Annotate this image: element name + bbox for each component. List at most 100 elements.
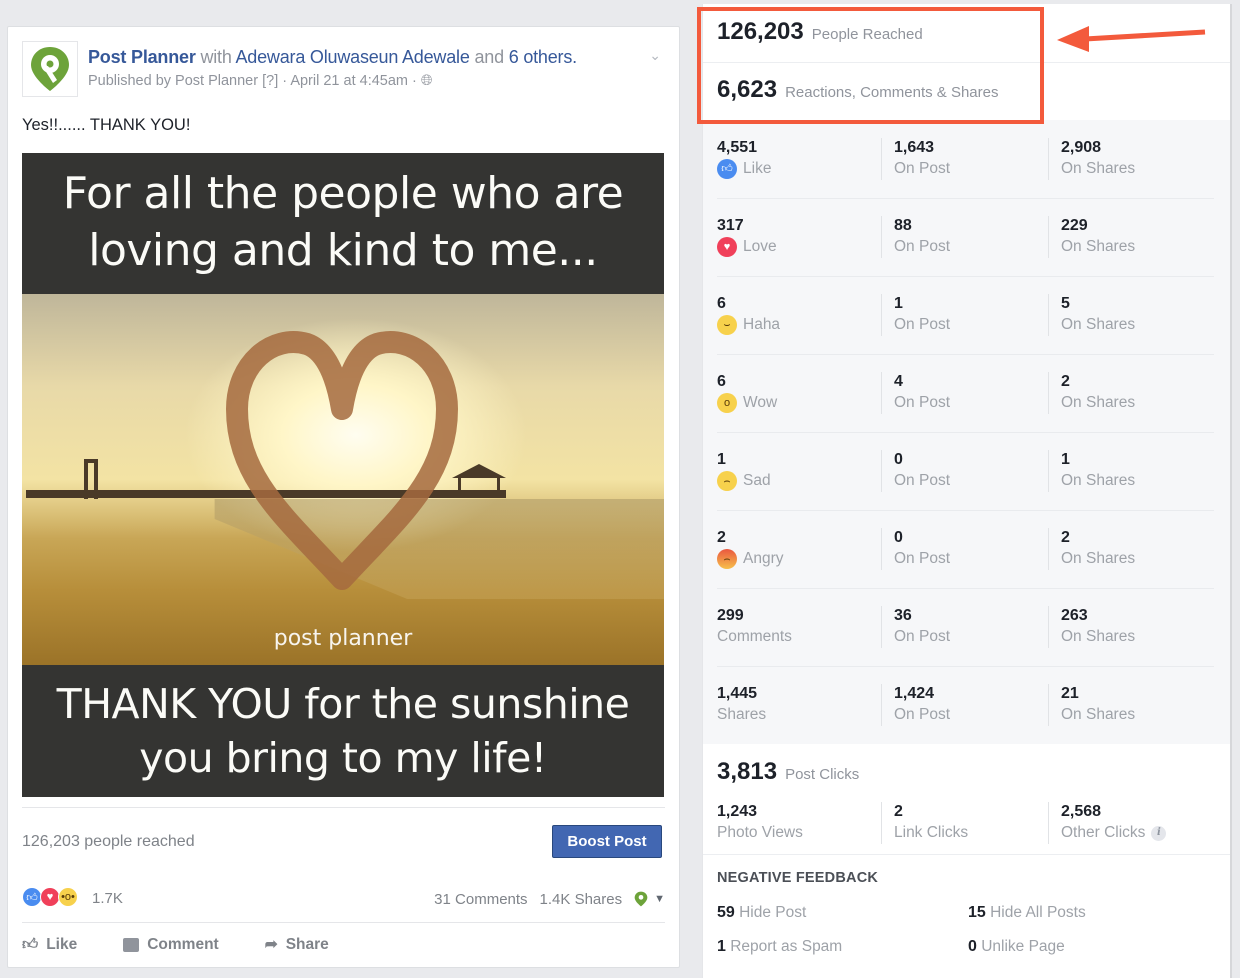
post-options-chevron-icon[interactable]: ⌄ <box>649 47 661 64</box>
engagement-label: Reactions, Comments & Shares <box>785 84 999 101</box>
angry-on-shares: 2 On Shares <box>1048 528 1135 570</box>
thumbs-up-icon: 👍︎ <box>22 935 39 953</box>
info-icon[interactable]: i <box>1151 825 1167 841</box>
on-post-value: 4 <box>894 373 903 390</box>
other-clicks-label: Other Clicks <box>1061 824 1146 841</box>
on-post-label: On Post <box>894 472 950 489</box>
on-shares-value: 5 <box>1061 295 1070 312</box>
on-post-label: On Post <box>894 628 950 645</box>
photo-views-stat: 1,243 Photo Views <box>717 802 803 844</box>
like-on-post: 1,643 On Post <box>881 138 950 180</box>
love-on-shares: 229 On Shares <box>1048 216 1135 258</box>
shares-count[interactable]: 1.4K Shares <box>540 891 623 908</box>
post-planner-mini-icon <box>634 891 648 907</box>
on-shares-label: On Shares <box>1061 316 1136 333</box>
post-clicks-value: 3,813 <box>717 758 778 785</box>
sad-total: 1 ⌢ Sad <box>717 450 771 492</box>
share-button[interactable]: ➦ Share <box>265 935 329 954</box>
wow-emoji-icon: o <box>717 393 737 413</box>
annotation-arrow-icon <box>1057 26 1206 52</box>
hide-post-stat: 59 Hide Post <box>717 904 806 922</box>
on-shares-value: 21 <box>1061 685 1079 702</box>
post-clicks-section: 3,813 Post Clicks 1,243 Photo Views 2 Li… <box>703 744 1230 978</box>
hide-all-posts-stat: 15 Hide All Posts <box>968 904 1086 922</box>
angry-emoji-icon: ⌢ <box>717 549 737 569</box>
people-reached-text[interactable]: 126,203 people reached <box>22 833 195 851</box>
report-spam-value: 1 <box>717 938 726 955</box>
and-text: and <box>474 47 504 67</box>
page-avatar[interactable] <box>22 41 78 97</box>
total-value: 6 <box>717 373 726 390</box>
shares-on-shares: 21 On Shares <box>1048 684 1135 726</box>
like-button[interactable]: 👍︎ Like <box>22 936 77 954</box>
published-text[interactable]: Published by Post Planner [?] · April 21… <box>88 73 421 89</box>
post-image[interactable]: For all the people who are loving and ki… <box>22 153 664 797</box>
beach-photo: post planner <box>22 294 664 665</box>
reaction-stat-row: 317 ♥ Love 88 On Post 229 On Shares <box>703 198 1230 276</box>
tagged-user-link[interactable]: Adewara Oluwaseun Adewale <box>235 47 469 67</box>
sad-emoji-icon: ⌢ <box>717 471 737 491</box>
image-bottom-line-2: you bring to my life! <box>139 734 547 782</box>
haha-on-post: 1 On Post <box>881 294 950 336</box>
total-label-row: 👍︎ Like <box>717 158 771 180</box>
share-arrow-icon: ➦ <box>264 936 278 953</box>
total-value: 6 <box>717 295 726 312</box>
total-label-row: ⌣ Haha <box>717 314 780 336</box>
clicks-breakdown: 1,243 Photo Views 2 Link Clicks 2,568 Ot… <box>703 802 1230 852</box>
divider <box>703 854 1230 855</box>
on-post-value: 88 <box>894 217 912 234</box>
on-shares-value: 263 <box>1061 607 1088 624</box>
comment-button[interactable]: Comment <box>123 936 219 954</box>
report-spam-label: Report as Spam <box>730 938 843 955</box>
wow-reaction-icon: •o• <box>58 887 78 907</box>
link-clicks-label: Link Clicks <box>894 824 969 841</box>
on-post-value: 36 <box>894 607 912 624</box>
total-value: 1,445 <box>717 685 758 702</box>
reaction-count[interactable]: 1.7K <box>92 890 123 907</box>
post-as-selector[interactable]: ▼ <box>634 890 665 908</box>
total-label: Love <box>743 238 777 255</box>
photo-views-label: Photo Views <box>717 824 803 841</box>
on-shares-label: On Shares <box>1061 550 1136 567</box>
post-clicks-stat: 3,813 Post Clicks <box>717 758 859 786</box>
post-clicks-label: Post Clicks <box>785 766 860 783</box>
other-clicks-value: 2,568 <box>1061 803 1102 820</box>
love-emoji-icon: ♥ <box>717 237 737 257</box>
on-shares-value: 2,908 <box>1061 139 1102 156</box>
total-value: 299 <box>717 607 744 624</box>
reaction-icons[interactable]: 👍︎ ♥ •o• <box>22 887 78 907</box>
total-value: 1 <box>717 451 726 468</box>
total-value: 4,551 <box>717 139 758 156</box>
others-link[interactable]: 6 others. <box>509 47 577 67</box>
post-insights-panel: 126,203 People Reached 6,623 Reactions, … <box>702 4 1232 978</box>
report-spam-stat: 1 Report as Spam <box>717 938 842 956</box>
on-post-label: On Post <box>894 316 950 333</box>
facebook-post-card: Post Planner with Adewara Oluwaseun Adew… <box>7 26 680 968</box>
like-reaction-icon: 👍︎ <box>22 887 42 907</box>
total-label-row: ⌢ Angry <box>717 548 784 570</box>
with-text: with <box>200 47 232 67</box>
people-reached-stat: 126,203 People Reached <box>717 18 923 74</box>
share-label: Share <box>285 935 329 953</box>
reaction-stat-row: 6 o Wow 4 On Post 2 On Shares <box>703 354 1230 432</box>
boost-post-button[interactable]: Boost Post <box>552 825 662 858</box>
on-post-value: 0 <box>894 451 903 468</box>
people-reached-value: 126,203 <box>717 18 804 45</box>
hide-post-label: Hide Post <box>739 904 807 921</box>
page-name-link[interactable]: Post Planner <box>88 47 196 67</box>
sad-on-post: 0 On Post <box>881 450 950 492</box>
hide-post-value: 59 <box>717 904 735 921</box>
reaction-stat-row: 1 ⌢ Sad 0 On Post 1 On Shares <box>703 432 1230 510</box>
wow-on-shares: 2 On Shares <box>1048 372 1135 414</box>
comments-count[interactable]: 31 Comments <box>434 891 527 908</box>
love-on-post: 88 On Post <box>881 216 950 258</box>
post-author-line: Post Planner with Adewara Oluwaseun Adew… <box>88 47 577 68</box>
sad-on-shares: 1 On Shares <box>1048 450 1135 492</box>
total-label: Haha <box>743 316 781 333</box>
heart-silhouette <box>226 331 458 590</box>
on-post-label: On Post <box>894 238 950 255</box>
other-clicks-stat: 2,568 Other Clicks i <box>1048 802 1167 844</box>
negative-feedback-title: NEGATIVE FEEDBACK <box>717 870 879 886</box>
on-shares-label: On Shares <box>1061 394 1136 411</box>
reaction-stat-row: 4,551 👍︎ Like 1,643 On Post 2,908 On Shares <box>703 120 1230 198</box>
